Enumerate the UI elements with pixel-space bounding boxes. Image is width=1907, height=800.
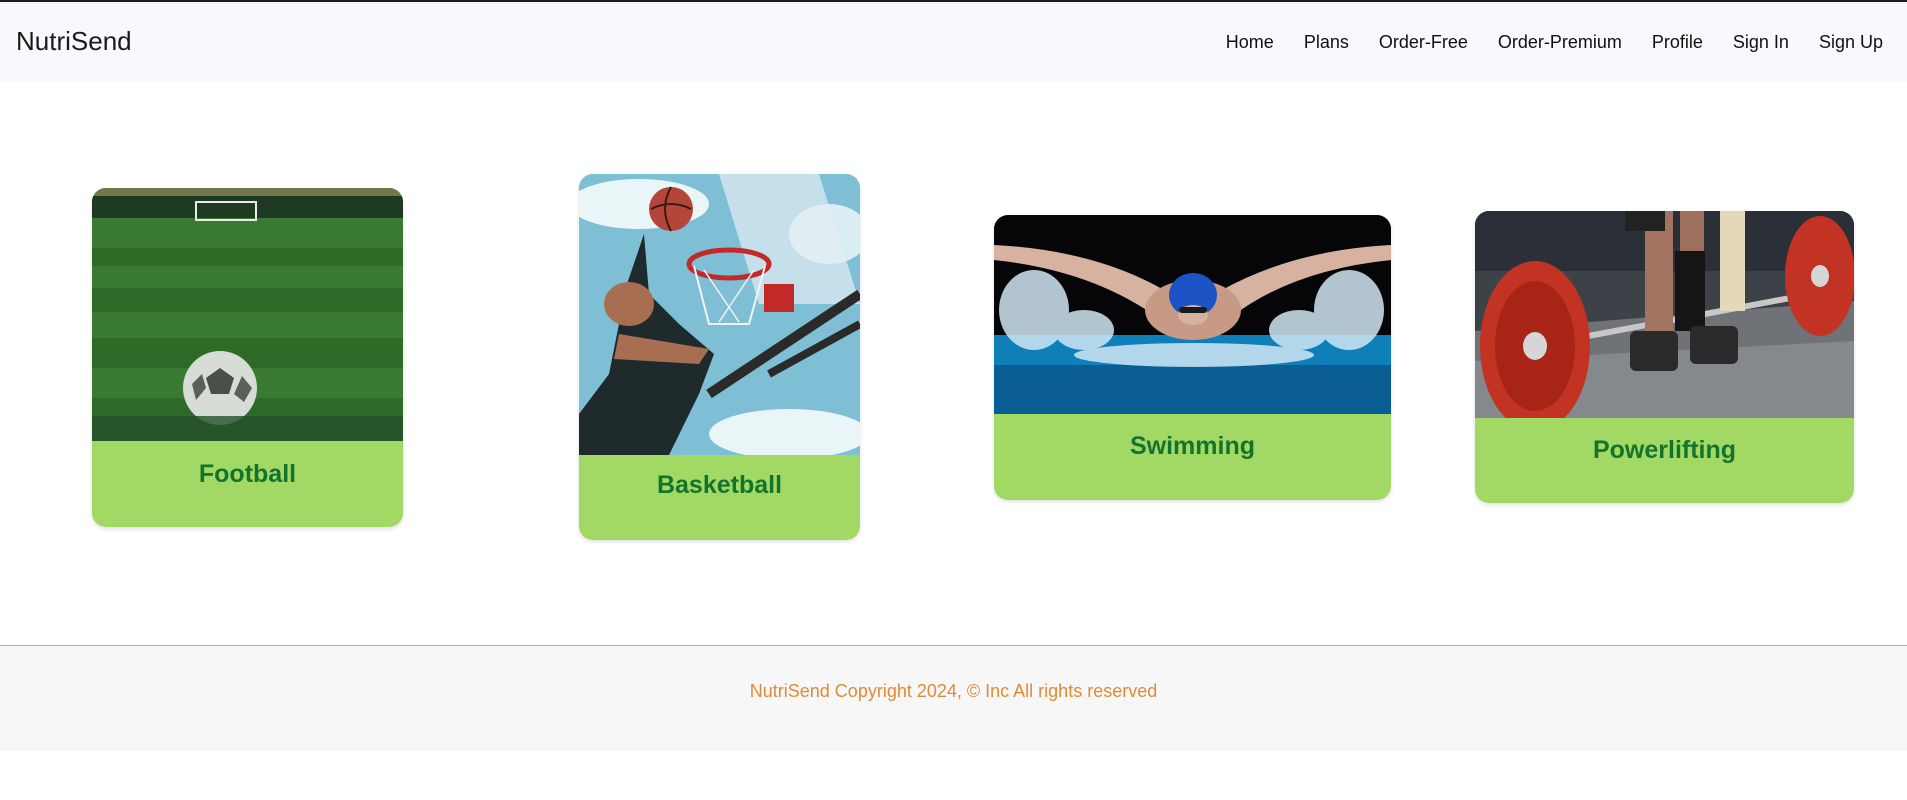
- nav-sign-up[interactable]: Sign Up: [1819, 32, 1883, 53]
- nav-order-free[interactable]: Order-Free: [1379, 32, 1468, 53]
- football-image: [92, 188, 403, 441]
- card-swimming[interactable]: Swimming: [994, 215, 1391, 500]
- swimming-image: [994, 215, 1391, 414]
- nav-home[interactable]: Home: [1226, 32, 1274, 53]
- copyright-text: NutriSend Copyright 2024, © Inc All righ…: [749, 681, 1158, 701]
- footer: NutriSend Copyright 2024, © Inc All righ…: [0, 645, 1907, 751]
- brand-logo[interactable]: NutriSend: [16, 26, 132, 57]
- nav-profile[interactable]: Profile: [1652, 32, 1703, 53]
- card-powerlifting[interactable]: Powerlifting: [1475, 211, 1854, 503]
- card-label: Football: [198, 460, 297, 488]
- nav-sign-in[interactable]: Sign In: [1733, 32, 1789, 53]
- card-label: Powerlifting: [1592, 436, 1737, 464]
- card-label: Swimming: [1129, 432, 1255, 460]
- navbar: NutriSend Home Plans Order-Free Order-Pr…: [0, 2, 1907, 82]
- card-basketball[interactable]: Basketball: [579, 174, 860, 540]
- powerlifting-image: [1475, 211, 1854, 418]
- card-label: Basketball: [656, 471, 783, 499]
- basketball-image: [579, 174, 860, 455]
- nav-order-premium[interactable]: Order-Premium: [1498, 32, 1622, 53]
- card-football[interactable]: Football: [92, 188, 403, 527]
- main-nav: Home Plans Order-Free Order-Premium Prof…: [1196, 32, 1883, 53]
- nav-plans[interactable]: Plans: [1304, 32, 1349, 53]
